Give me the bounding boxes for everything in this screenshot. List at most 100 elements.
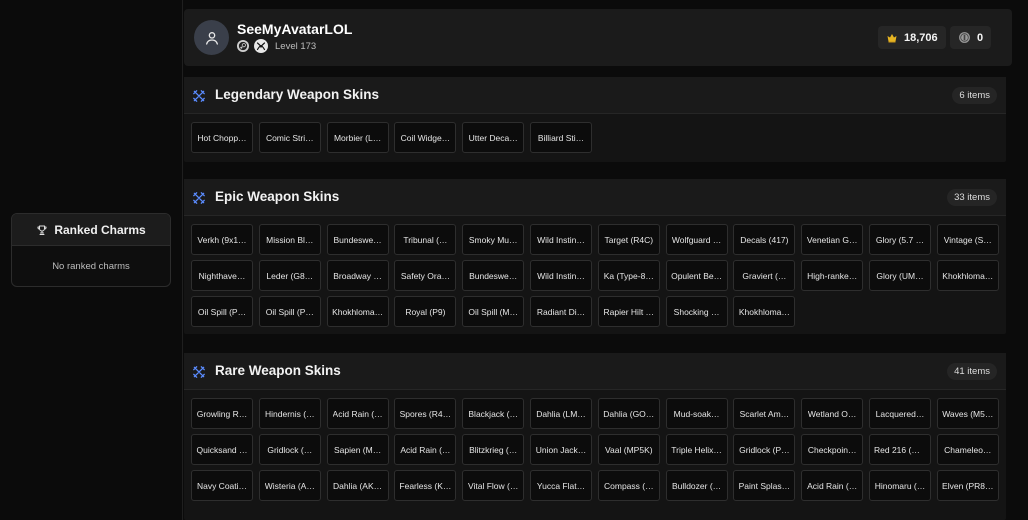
weapon-skin-item[interactable]: Vaal (MP5K) <box>597 434 660 465</box>
weapon-skin-item[interactable]: Bulldozer (… <box>665 470 728 501</box>
weapon-skin-item[interactable]: Mission Bl… <box>258 224 321 255</box>
weapon-skin-item[interactable]: Oil Spill (P… <box>258 296 321 327</box>
gold-balance[interactable]: 18,706 <box>878 26 946 49</box>
weapon-skin-item[interactable]: Dahlia (AK… <box>326 470 389 501</box>
weapon-skin-item[interactable]: Coil Widge… <box>394 122 457 153</box>
weapon-skin-label: Blackjack (… <box>468 408 518 419</box>
weapon-skin-item[interactable]: Paint Splas… <box>733 470 796 501</box>
weapon-skin-item[interactable]: Wisteria (A… <box>258 470 321 501</box>
weapon-skin-item[interactable]: Khokhloma… <box>936 260 999 291</box>
weapon-skin-item[interactable]: Wild Instin… <box>530 224 592 255</box>
weapon-skin-label: Blitzkrieg (… <box>469 444 518 455</box>
weapon-skin-item[interactable]: Gridlock (P… <box>733 434 796 465</box>
weapon-skin-item[interactable]: Ka (Type-8… <box>597 260 660 291</box>
weapon-skin-item[interactable]: Acid Rain (… <box>394 434 457 465</box>
weapon-skin-item[interactable]: Blitzkrieg (… <box>462 434 525 465</box>
username: SeeMyAvatarLOL <box>237 21 353 37</box>
weapon-skin-label: Venetian G… <box>806 234 858 245</box>
weapon-skin-item[interactable]: Mud-soak… <box>665 398 728 429</box>
weapon-skin-item[interactable]: Billiard Sti… <box>530 122 592 153</box>
weapon-skin-item[interactable]: Rapier Hilt … <box>597 296 660 327</box>
weapon-skin-item[interactable]: Oil Spill (M… <box>462 296 525 327</box>
weapon-skin-item[interactable]: Hot Chopp… <box>191 122 253 153</box>
weapon-skin-item[interactable]: Union Jack… <box>530 434 592 465</box>
weapon-skin-item[interactable]: Khokhloma… <box>733 296 796 327</box>
weapon-skin-item[interactable]: Fearless (K… <box>394 470 457 501</box>
weapon-skin-item[interactable]: Spores (R4… <box>394 398 457 429</box>
weapon-skin-item[interactable]: Acid Rain (… <box>326 398 389 429</box>
weapon-skin-item[interactable]: Triple Helix… <box>665 434 728 465</box>
weapon-skin-item[interactable]: Broadway … <box>326 260 389 291</box>
weapon-skin-item[interactable]: Royal (P9) <box>394 296 457 327</box>
weapon-skin-item[interactable]: Red 216 (G… <box>869 434 931 465</box>
weapon-skin-item[interactable]: Elven (PR8… <box>936 470 999 501</box>
weapon-skin-label: Ka (Type-8… <box>603 270 654 281</box>
weapon-skin-item[interactable]: Morbier (L… <box>326 122 389 153</box>
weapon-skin-label: Shocking … <box>673 306 720 317</box>
weapon-skin-item[interactable]: Target (R4C) <box>597 224 660 255</box>
weapon-skin-item[interactable]: Venetian G… <box>801 224 864 255</box>
weapon-skin-item[interactable]: Wild Instin… <box>530 260 592 291</box>
weapon-skin-label: Quicksand … <box>196 444 248 455</box>
weapon-skin-item[interactable]: Acid Rain (… <box>801 470 864 501</box>
weapon-skin-item[interactable]: Compass (… <box>597 470 660 501</box>
weapon-skin-item[interactable]: Nighthave… <box>191 260 253 291</box>
weapon-skin-item[interactable]: Scarlet Am… <box>733 398 796 429</box>
weapon-skin-item[interactable]: Blackjack (… <box>462 398 525 429</box>
weapon-skin-item[interactable]: Smoky Mu… <box>462 224 525 255</box>
weapon-skin-item[interactable]: Opulent Be… <box>665 260 728 291</box>
weapon-skin-label: Verkh (9x1… <box>197 234 247 245</box>
ranked-charms-empty-text: No ranked charms <box>52 260 130 272</box>
weapon-skin-item[interactable]: High-ranke… <box>801 260 864 291</box>
weapon-skin-item[interactable]: Oil Spill (P… <box>191 296 253 327</box>
weapon-skin-item[interactable]: Growling R… <box>191 398 253 429</box>
weapon-skin-item[interactable]: Wolfguard … <box>665 224 728 255</box>
weapon-skin-label: Wolfguard … <box>671 234 722 245</box>
weapon-skin-item[interactable]: Safety Ora… <box>394 260 457 291</box>
weapon-skin-item[interactable]: Checkpoin… <box>801 434 864 465</box>
weapon-skin-item[interactable]: Yucca Flat… <box>530 470 592 501</box>
weapon-skin-label: Waves (M5… <box>942 408 994 419</box>
weapon-skin-item[interactable]: Verkh (9x1… <box>191 224 253 255</box>
steam-icon[interactable] <box>237 40 249 52</box>
weapon-skin-item[interactable]: Graviert (… <box>733 260 796 291</box>
weapon-skin-item[interactable]: Utter Deca… <box>462 122 525 153</box>
xbox-icon[interactable] <box>254 39 268 53</box>
weapon-skin-item[interactable]: Radiant Di… <box>530 296 592 327</box>
weapon-skin-item[interactable]: Wetland O… <box>801 398 864 429</box>
weapon-skin-item[interactable]: Dahlia (LM… <box>530 398 592 429</box>
weapon-skin-item[interactable]: Vital Flow (… <box>462 470 525 501</box>
coin-balance[interactable]: 0 <box>950 26 992 49</box>
weapon-skin-item[interactable]: Lacquered… <box>869 398 931 429</box>
weapon-skin-item[interactable]: Khokhloma… <box>326 296 389 327</box>
weapon-skin-item[interactable]: Glory (5.7 … <box>869 224 931 255</box>
weapon-skin-item[interactable]: Shocking … <box>665 296 728 327</box>
weapon-skin-item[interactable]: Decals (417) <box>733 224 796 255</box>
weapon-skin-item[interactable]: Sapien (M… <box>326 434 389 465</box>
weapon-skin-item[interactable]: Bundeswe… <box>326 224 389 255</box>
weapon-skin-label: Wild Instin… <box>537 270 585 281</box>
weapon-skin-label: Target (R4C) <box>604 234 654 245</box>
weapon-skin-item[interactable]: Quicksand … <box>191 434 253 465</box>
weapon-skin-item[interactable]: Comic Stri… <box>258 122 321 153</box>
weapon-skin-label: Hinomaru (… <box>874 480 926 491</box>
weapon-skin-item[interactable]: Hinomaru (… <box>869 470 931 501</box>
weapon-skin-item[interactable]: Vintage (S… <box>936 224 999 255</box>
weapon-skin-item[interactable]: Hindernis (… <box>258 398 321 429</box>
weapon-skin-item[interactable]: Navy Coati… <box>191 470 253 501</box>
weapon-skin-label: Royal (P9) <box>405 306 446 317</box>
weapon-skin-item[interactable]: Tribunal (… <box>394 224 457 255</box>
weapon-skin-label: High-ranke… <box>807 270 858 281</box>
weapon-skin-item[interactable]: Bundeswe… <box>462 260 525 291</box>
weapon-skin-item[interactable]: Gridlock (… <box>258 434 321 465</box>
weapon-skin-item[interactable]: Chameleo… <box>936 434 999 465</box>
weapon-skin-item[interactable]: Leder (G8… <box>258 260 321 291</box>
weapon-skin-item[interactable]: Dahlia (GO… <box>597 398 660 429</box>
weapon-skin-label: Dahlia (AK… <box>333 480 383 491</box>
weapon-skin-label: Mission Bl… <box>266 234 314 245</box>
weapon-skin-label: Leder (G8… <box>266 270 314 281</box>
weapon-skin-item[interactable]: Glory (UM… <box>869 260 931 291</box>
avatar[interactable] <box>194 20 229 55</box>
weapon-skin-item[interactable]: Waves (M5… <box>936 398 999 429</box>
section-header: Epic Weapon Skins 33 items <box>184 179 1006 216</box>
